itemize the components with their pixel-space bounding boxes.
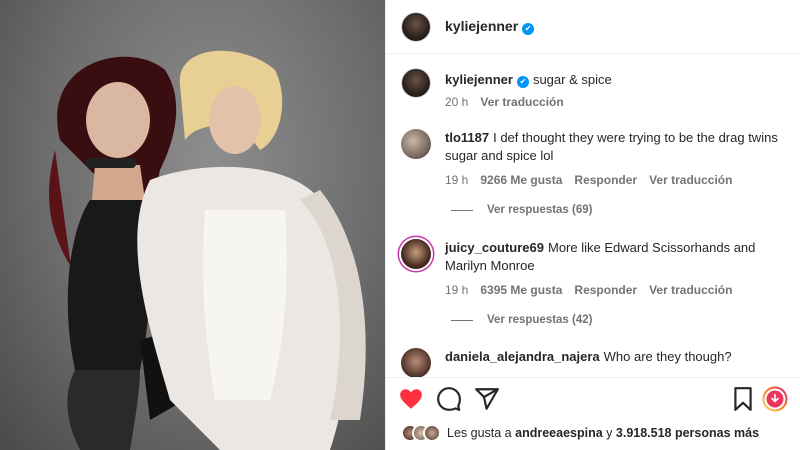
story-ring-icon[interactable] [762,386,788,412]
comment-likes[interactable]: 6395 Me gusta [480,283,562,297]
caption-text: sugar & spice [532,72,612,87]
verified-badge-icon: ✔ [522,22,535,35]
reply-button[interactable]: Responder [574,283,637,297]
comment-icon[interactable] [436,386,462,412]
caption-username[interactable]: kyliejenner [445,72,513,87]
comment-item: daniela_alejandra_najera Who are they tho… [401,348,795,377]
verified-badge-icon: ✔ [516,76,529,88]
commenter-avatar[interactable] [401,348,431,377]
author-avatar[interactable] [401,68,431,98]
caption-time: 20 h [445,95,469,109]
likes-count[interactable]: 3.918.518 personas más [616,426,759,440]
caption-item: kyliejenner ✔ sugar & spice 20 h Ver tradu… [401,68,795,109]
comment-text: Who are they though? [603,349,732,364]
comment-username[interactable]: tlo1187 [445,130,489,145]
heart-icon[interactable] [398,386,424,412]
author-username[interactable]: kyliejenner [445,18,518,34]
caption-translate-link[interactable]: Ver traducción [480,95,563,109]
likes-prefix: Les gusta a [447,426,512,440]
post-panel: kyliejenner ✔ kyliejenner ✔ sugar & spice 2… [385,0,800,450]
liker-username[interactable]: andreeaespina [515,426,603,440]
comment-username[interactable]: daniela_alejandra_najera [445,349,600,364]
action-bar [386,377,800,417]
comment-likes[interactable]: 9266 Me gusta [480,173,562,187]
reply-button[interactable]: Responder [574,173,637,187]
comments-list[interactable]: kyliejenner ✔ sugar & spice 20 h Ver tradu… [386,55,800,377]
share-icon[interactable] [474,386,500,412]
commenter-avatar[interactable] [401,129,431,159]
comment-time: 19 h [445,173,469,187]
comment-text: I def thought they were trying to be the… [445,130,778,163]
post-photo[interactable] [0,0,385,450]
likes-summary[interactable]: Les gusta a andreeaespina y 3.918.518 pe… [401,424,759,442]
liker-avatar [423,424,441,442]
translate-link[interactable]: Ver traducción [649,173,732,187]
replies-divider [451,209,473,211]
comment-username[interactable]: juicy_couture69 [445,240,544,255]
author-avatar[interactable] [401,11,431,42]
comment-item: tlo1187 I def thought they were trying to… [401,129,795,187]
view-replies-button[interactable]: Ver respuestas (69) [451,204,592,216]
likes-connector: y [606,426,613,440]
view-replies-button[interactable]: Ver respuestas (42) [451,314,592,326]
translate-link[interactable]: Ver traducción [649,283,732,297]
commenter-avatar[interactable] [401,239,431,269]
bookmark-icon[interactable] [730,386,756,412]
post-header: kyliejenner ✔ [386,0,800,54]
comment-item: juicy_couture69 More like Edward Scissorh… [401,239,795,297]
replies-divider [451,319,473,321]
comment-time: 19 h [445,283,469,297]
